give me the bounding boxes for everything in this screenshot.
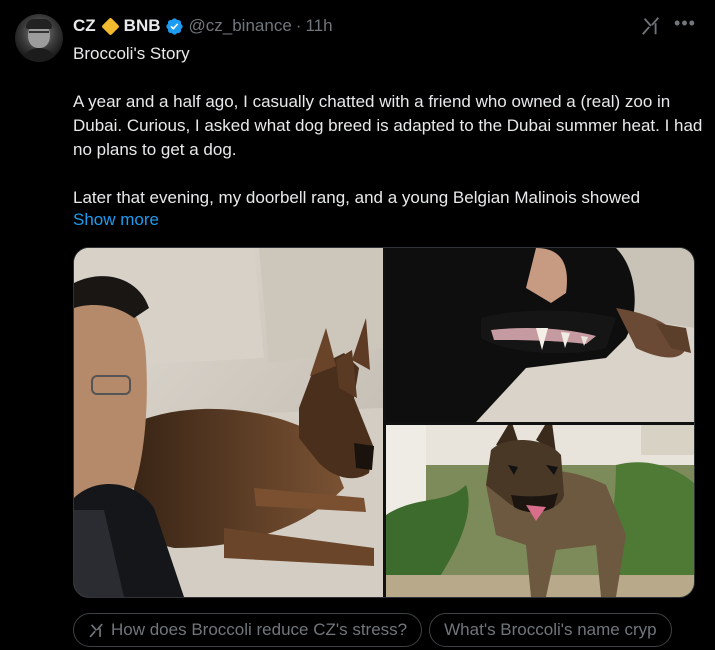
post-paragraph-2: Later that evening, my doorbell rang, an… (73, 188, 641, 207)
suggestion-chip-2[interactable]: What's Broccoli's name cryp (429, 613, 672, 647)
more-options-icon[interactable]: ••• (674, 14, 696, 36)
verified-badge-icon[interactable] (165, 17, 184, 36)
show-more-link[interactable]: Show more (73, 208, 159, 232)
post-header: CZ BNB @cz_binance · 11h (73, 15, 333, 37)
post-timestamp[interactable]: 11h (305, 16, 332, 36)
header-separator: · (295, 16, 302, 35)
post-text: Broccoli's Story A year and a half ago, … (73, 42, 703, 210)
author-handle[interactable]: @cz_binance (189, 16, 292, 36)
grok-icon (89, 623, 103, 637)
author-name-suffix[interactable]: BNB (124, 16, 161, 36)
avatar-hair-shape (26, 19, 52, 29)
dog-in-garden-photo[interactable] (386, 425, 694, 597)
suggestion-chip-label: What's Broccoli's name cryp (444, 620, 657, 639)
suggestion-chips: How does Broccoli reduce CZ's stress? Wh… (73, 613, 715, 647)
author-name[interactable]: CZ (73, 16, 96, 36)
grok-icon[interactable] (640, 15, 662, 37)
post-paragraph-1: A year and a half ago, I casually chatte… (73, 92, 703, 159)
avatar-body-shape (19, 48, 59, 62)
post-title: Broccoli's Story (73, 44, 190, 63)
bnb-diamond-icon (100, 16, 120, 36)
author-avatar[interactable] (15, 14, 63, 62)
avatar-glasses-shape (29, 31, 49, 36)
dog-garden-illustration (386, 425, 694, 597)
selfie-with-dog-illustration (74, 248, 383, 597)
selfie-with-dog-photo[interactable] (74, 248, 383, 597)
post-media-grid (73, 247, 695, 598)
suggestion-chip-1[interactable]: How does Broccoli reduce CZ's stress? (73, 613, 423, 647)
dog-teeth-closeup-photo[interactable] (386, 248, 694, 422)
suggestion-chip-label: How does Broccoli reduce CZ's stress? (111, 620, 408, 639)
dog-teeth-illustration (386, 248, 694, 422)
